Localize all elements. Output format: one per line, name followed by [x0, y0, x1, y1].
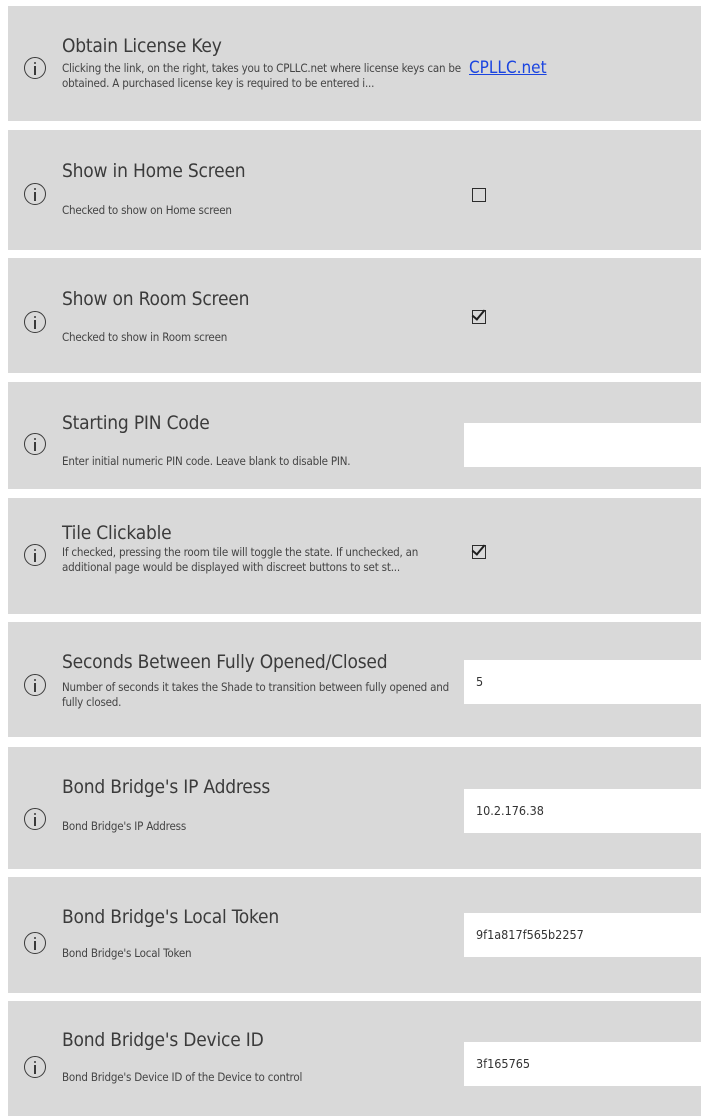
setting-description: Bond Bridge's IP Address [62, 819, 187, 833]
setting-row-device-id: Bond Bridge's Device ID Bond Bridge's De… [8, 1001, 701, 1116]
setting-row-show-home: Show in Home Screen Checked to show on H… [8, 130, 701, 250]
info-icon[interactable] [24, 311, 46, 333]
info-icon[interactable] [24, 183, 46, 205]
setting-row-tile-clickable: Tile Clickable If checked, pressing the … [8, 498, 701, 614]
setting-description: Bond Bridge's Device ID of the Device to… [62, 1070, 303, 1084]
setting-description: Checked to show in Room screen [62, 330, 228, 344]
show-room-checkbox[interactable] [471, 306, 486, 324]
info-icon[interactable] [24, 544, 46, 566]
checkmark-icon [471, 541, 486, 556]
setting-title: Show on Room Screen [62, 288, 250, 310]
info-icon[interactable] [24, 808, 46, 830]
info-icon[interactable] [24, 433, 46, 455]
setting-description: Checked to show on Home screen [62, 203, 232, 217]
setting-row-local-token: Bond Bridge's Local Token Bond Bridge's … [8, 877, 701, 993]
setting-description: Number of seconds it takes the Shade to … [62, 680, 450, 709]
setting-row-show-room: Show on Room Screen Checked to show in R… [8, 258, 701, 373]
setting-description: Enter initial numeric PIN code. Leave bl… [62, 454, 351, 468]
setting-row-transition-seconds: Seconds Between Fully Opened/Closed Numb… [8, 622, 701, 737]
info-icon[interactable] [24, 1056, 46, 1078]
setting-title: Show in Home Screen [62, 160, 246, 182]
setting-row-license-key: Obtain License Key Clicking the link, on… [8, 6, 701, 121]
setting-row-ip-address: Bond Bridge's IP Address Bond Bridge's I… [8, 747, 701, 869]
setting-description: Bond Bridge's Local Token [62, 946, 192, 960]
setting-title: Bond Bridge's Device ID [62, 1029, 264, 1051]
setting-description: Clicking the link, on the right, takes y… [62, 61, 461, 90]
local-token-input[interactable]: 9f1a817f565b2257 [464, 913, 701, 957]
show-home-checkbox[interactable] [472, 188, 486, 202]
setting-description: If checked, pressing the room tile will … [62, 545, 419, 574]
setting-title: Seconds Between Fully Opened/Closed [62, 651, 388, 673]
license-link[interactable]: CPLLC.net [469, 58, 547, 78]
info-icon[interactable] [24, 932, 46, 954]
info-icon[interactable] [24, 57, 46, 79]
setting-title: Bond Bridge's IP Address [62, 776, 271, 798]
checkmark-icon [471, 306, 486, 321]
setting-title: Obtain License Key [62, 35, 222, 57]
pin-code-input[interactable] [464, 423, 701, 467]
setting-row-pin-code: Starting PIN Code Enter initial numeric … [8, 382, 701, 489]
info-icon[interactable] [24, 674, 46, 696]
setting-title: Tile Clickable [62, 522, 172, 544]
ip-address-input[interactable]: 10.2.176.38 [464, 789, 701, 833]
tile-clickable-checkbox[interactable] [471, 541, 486, 559]
transition-seconds-input[interactable]: 5 [464, 660, 701, 704]
device-id-input[interactable]: 3f165765 [464, 1042, 701, 1086]
setting-title: Starting PIN Code [62, 412, 210, 434]
setting-title: Bond Bridge's Local Token [62, 906, 279, 928]
